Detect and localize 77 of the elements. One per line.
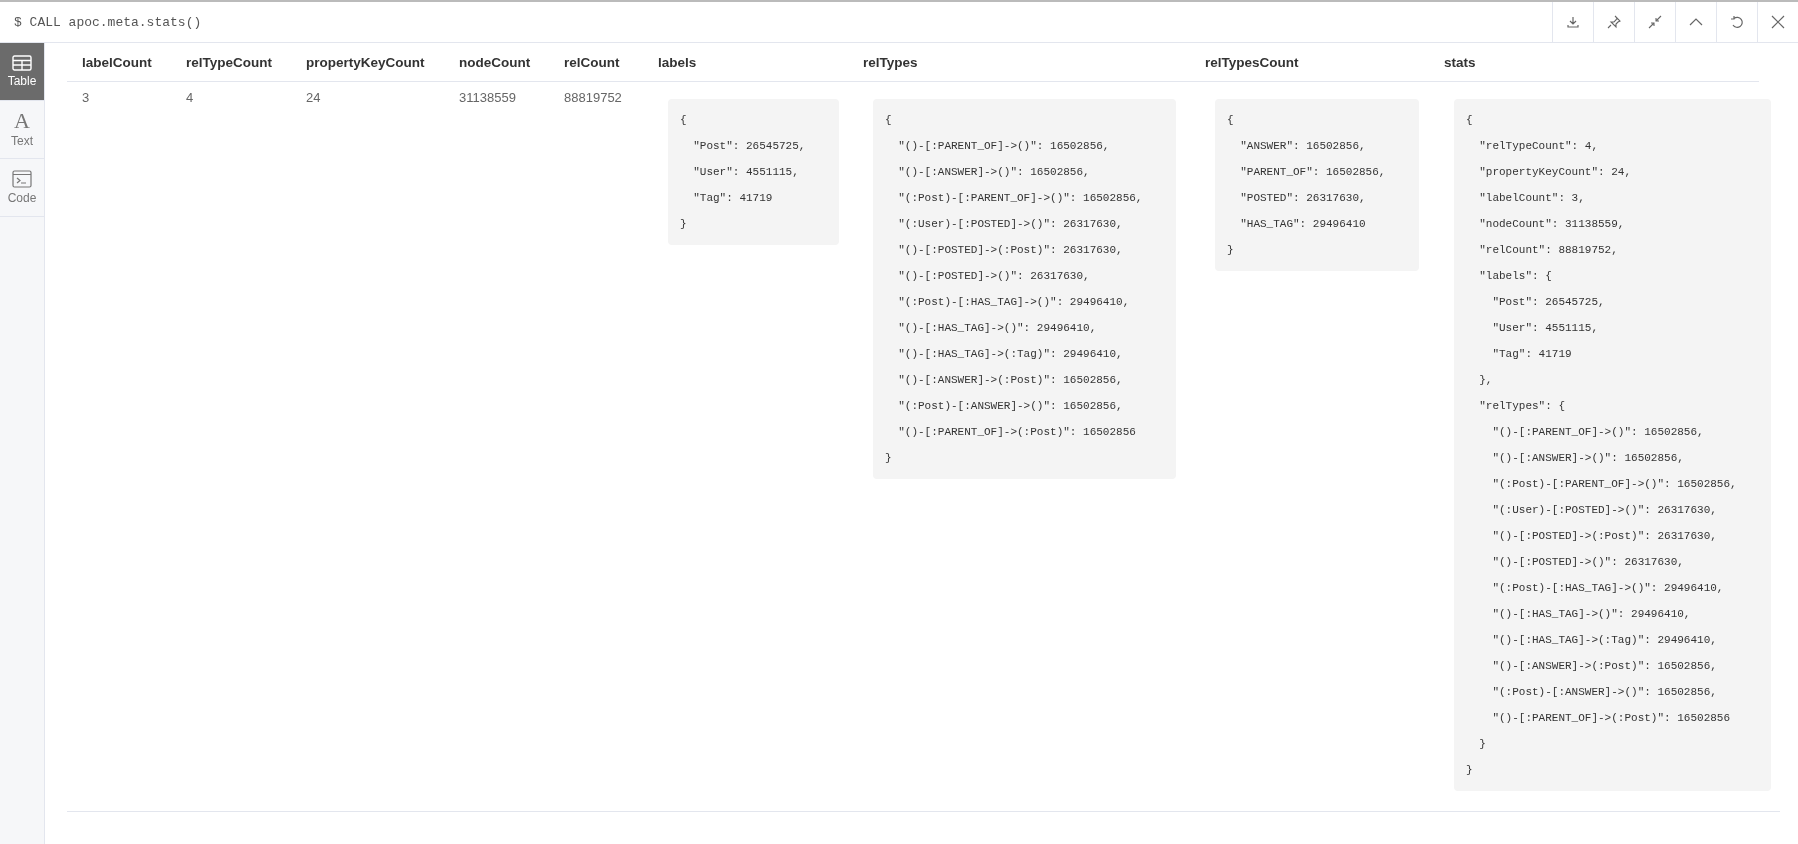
code-line: "()-[:HAS_TAG]->(:Tag)": 29496410, [1491,633,1718,648]
code-line: { [680,113,688,128]
code-line: "()-[:PARENT_OF]->()": 16502856, [1491,425,1705,440]
table-icon [12,55,32,71]
code-line: "(:Post)-[:ANSWER]->()": 16502856, [897,399,1124,414]
code-line: "User": 4551115, [692,165,800,180]
view-tab[interactable]: Table [0,43,44,101]
pin-icon [1607,15,1621,29]
code-line: "()-[:POSTED]->()": 26317630, [897,269,1091,284]
table-cell: 4 [186,90,194,105]
table-cell: 3 [82,90,90,105]
code-line: "Post": 26545725, [692,139,806,154]
code-line: } [1478,737,1487,752]
download-icon [1566,15,1580,29]
code-line: "()-[:POSTED]->(:Post)": 26317630, [897,243,1124,258]
chevron-up-icon [1689,17,1703,27]
code-line: { [1227,113,1235,128]
code-line: "()-[:HAS_TAG]->()": 29496410, [897,321,1098,336]
code-line: "ANSWER": 16502856, [1239,139,1367,154]
code-line: { [1466,113,1474,128]
code-line: "(:Post)-[:PARENT_OF]->()": 16502856, [897,191,1143,206]
code-line: "relTypeCount": 4, [1478,139,1600,154]
table-cell: 31138559 [459,90,516,105]
column-header: labelCount [82,54,152,70]
code-line: "()-[:PARENT_OF]->()": 16502856, [897,139,1111,154]
code-line: "relCount": 88819752, [1478,243,1619,258]
code-line: "(:Post)-[:PARENT_OF]->()": 16502856, [1491,477,1737,492]
code-line: "()-[:HAS_TAG]->(:Tag)": 29496410, [897,347,1124,362]
code-line: "nodeCount": 31138559, [1478,217,1626,232]
code-line: "(:Post)-[:ANSWER]->()": 16502856, [1491,685,1718,700]
column-header: relCount [564,54,620,70]
code-line: "PARENT_OF": 16502856, [1239,165,1386,180]
code-line: } [1227,243,1235,258]
column-header: nodeCount [459,54,531,70]
column-header: labels [658,54,697,70]
code-line: "(:User)-[:POSTED]->()": 26317630, [1491,503,1718,518]
code-line: "()-[:POSTED]->()": 26317630, [1491,555,1685,570]
column-header: relTypesCount [1205,54,1299,70]
table-cell: 88819752 [564,90,622,105]
code-line: "(:Post)-[:HAS_TAG]->()": 29496410, [1491,581,1725,596]
code-line: "labels": { [1478,269,1553,284]
code-line: "User": 4551115, [1491,321,1600,336]
terminal-icon [12,170,32,188]
code-line: "Post": 26545725, [1491,295,1606,310]
column-header: stats [1444,54,1476,70]
column-header: relTypeCount [186,54,272,70]
code-line: "relTypes": { [1478,399,1567,414]
column-header: propertyKeyCount [306,54,425,70]
code-line: "()-[:ANSWER]->()": 16502856, [1491,451,1685,466]
code-line: "(:Post)-[:HAS_TAG]->()": 29496410, [897,295,1131,310]
code-line: "()-[:PARENT_OF]->(:Post)": 16502856 [897,425,1137,440]
collapse-arrows-icon [1648,15,1662,29]
view-tab[interactable]: Code [0,159,44,217]
close-icon [1771,15,1785,29]
code-line: "labelCount": 3, [1478,191,1586,206]
refresh-icon [1730,15,1744,29]
code-line: "()-[:PARENT_OF]->(:Post)": 16502856 [1491,711,1732,726]
code-line: "()-[:ANSWER]->(:Post)": 16502856, [897,373,1124,388]
code-line: "Tag": 41719 [1491,347,1573,362]
query-text: $ CALL apoc.meta.stats() [13,14,203,30]
code-line: "Tag": 41719 [692,191,774,206]
code-line: "propertyKeyCount": 24, [1478,165,1633,180]
table-cell: 24 [306,90,321,105]
code-line: "()-[:ANSWER]->()": 16502856, [897,165,1091,180]
code-line: "()-[:POSTED]->(:Post)": 26317630, [1491,529,1718,544]
column-header: relTypes [863,54,918,70]
code-line: } [885,451,893,466]
code-line: "HAS_TAG": 29496410 [1239,217,1367,232]
code-line: "()-[:HAS_TAG]->()": 29496410, [1491,607,1692,622]
code-line: "POSTED": 26317630, [1239,191,1367,206]
code-line: }, [1478,373,1494,388]
code-line: "()-[:ANSWER]->(:Post)": 16502856, [1491,659,1718,674]
code-line: { [885,113,893,128]
code-line: "(:User)-[:POSTED]->()": 26317630, [897,217,1124,232]
view-tab[interactable]: A Text [0,101,44,159]
code-line: } [1466,763,1474,778]
code-line: } [680,217,688,232]
